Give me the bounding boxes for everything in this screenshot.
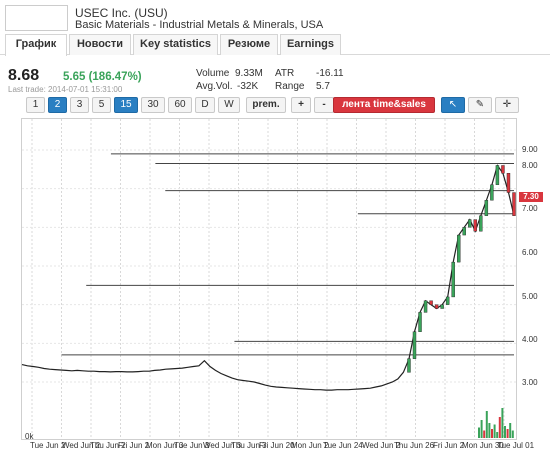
candle xyxy=(423,300,428,313)
candle xyxy=(457,234,461,263)
x-tick-label: Thu Jun 26 xyxy=(394,441,435,450)
y-tick-label: 4.00 xyxy=(522,335,538,344)
y-tick-label: 7.00 xyxy=(522,204,538,213)
candle xyxy=(468,219,472,228)
candle xyxy=(440,304,444,309)
volume-bar xyxy=(509,423,512,438)
volume-bar xyxy=(501,408,504,438)
volume-zero-label: 0k xyxy=(25,432,34,441)
candle xyxy=(434,304,439,309)
candle xyxy=(512,192,516,216)
y-tick-label: 3.00 xyxy=(522,378,538,387)
volume-bar xyxy=(485,411,488,438)
x-tick-label: Fri Jun 2 xyxy=(433,441,465,450)
volume-bar xyxy=(491,429,493,438)
volume-bar xyxy=(496,432,499,438)
candle xyxy=(484,200,489,216)
x-tick-label: Fri Jun 2 xyxy=(118,441,150,450)
x-tick-label: Fri Jun 20 xyxy=(259,441,295,450)
y-tick-label: 5.00 xyxy=(522,292,538,301)
candle xyxy=(429,300,433,305)
x-tick-label: Tue Jul 01 xyxy=(497,441,535,450)
x-tick-label: Tue Jun 2 xyxy=(30,441,66,450)
volume-bar xyxy=(483,430,486,438)
volume-bar xyxy=(488,423,491,438)
volume-bar xyxy=(504,426,506,438)
price-chart[interactable] xyxy=(0,0,550,456)
candle xyxy=(501,165,505,174)
candle xyxy=(495,165,500,185)
candle xyxy=(462,227,466,236)
volume-bar xyxy=(511,430,514,438)
x-tick-label: Tue Jun 24 xyxy=(323,441,363,450)
candle xyxy=(451,261,455,298)
candle xyxy=(506,172,511,193)
volume-bar xyxy=(478,427,480,438)
candle xyxy=(490,184,494,201)
candle xyxy=(445,296,450,305)
current-price-flag: 7.30 xyxy=(519,192,543,202)
y-tick-label: 9.00 xyxy=(522,145,538,154)
candle xyxy=(479,215,483,232)
volume-bar xyxy=(480,420,483,438)
candle xyxy=(473,219,478,232)
candle xyxy=(407,358,411,373)
y-tick-label: 8.00 xyxy=(522,161,538,170)
candle xyxy=(418,312,422,332)
volume-bar xyxy=(506,429,509,438)
candle xyxy=(412,331,417,360)
y-tick-label: 6.00 xyxy=(522,248,538,257)
volume-bar xyxy=(493,424,496,438)
volume-bar xyxy=(498,417,501,438)
